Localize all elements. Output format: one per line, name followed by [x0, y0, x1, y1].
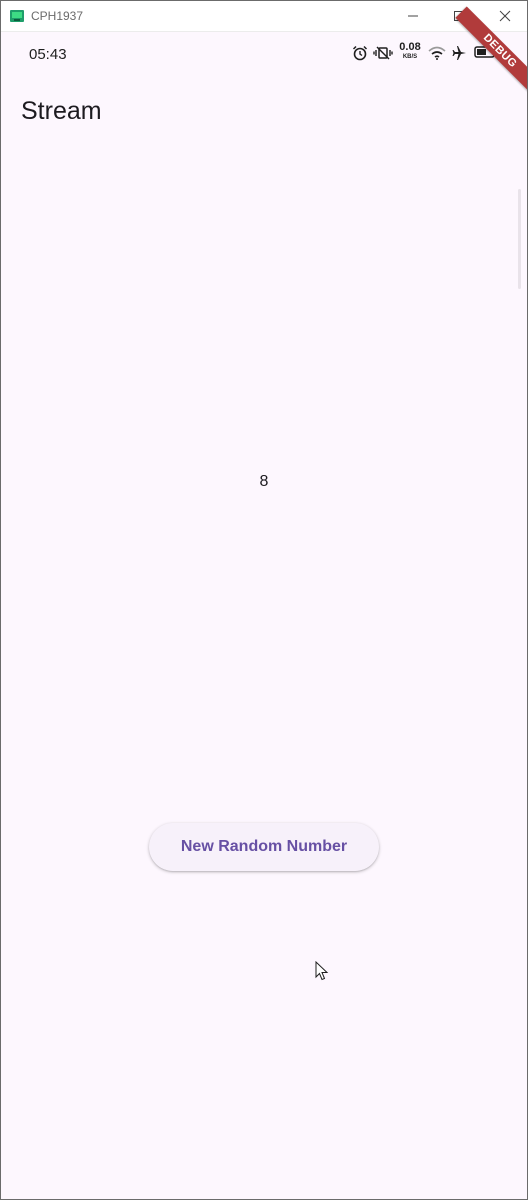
window-titlebar[interactable]: CPH1937	[1, 1, 527, 32]
network-speed-unit: KB/S	[402, 54, 418, 60]
airplane-icon	[452, 46, 466, 60]
network-speed-value: 0.08	[399, 41, 421, 53]
status-clock: 05:43	[29, 46, 67, 63]
network-speed: 0.08 KB/S	[397, 41, 423, 61]
close-button[interactable]	[482, 1, 527, 31]
wifi-icon	[428, 46, 446, 60]
new-random-number-button[interactable]: New Random Number	[149, 823, 379, 871]
minimize-button[interactable]	[390, 1, 436, 31]
android-emulator-icon	[10, 10, 24, 22]
stream-value: 8	[259, 473, 269, 490]
emulator-window: CPH1937 05:43 0.08 KB/S DEBUG Stream 8 N…	[0, 0, 528, 1200]
android-status-bar: 05:43 0.08 KB/S	[1, 32, 527, 76]
scroll-indicator[interactable]	[518, 189, 521, 289]
close-icon	[499, 10, 511, 22]
alarm-icon	[352, 45, 368, 61]
vibrate-icon	[373, 46, 393, 60]
window-title: CPH1937	[31, 9, 84, 23]
page-title: Stream	[21, 97, 102, 125]
minimize-icon	[408, 15, 418, 17]
mouse-cursor-icon	[315, 961, 329, 981]
